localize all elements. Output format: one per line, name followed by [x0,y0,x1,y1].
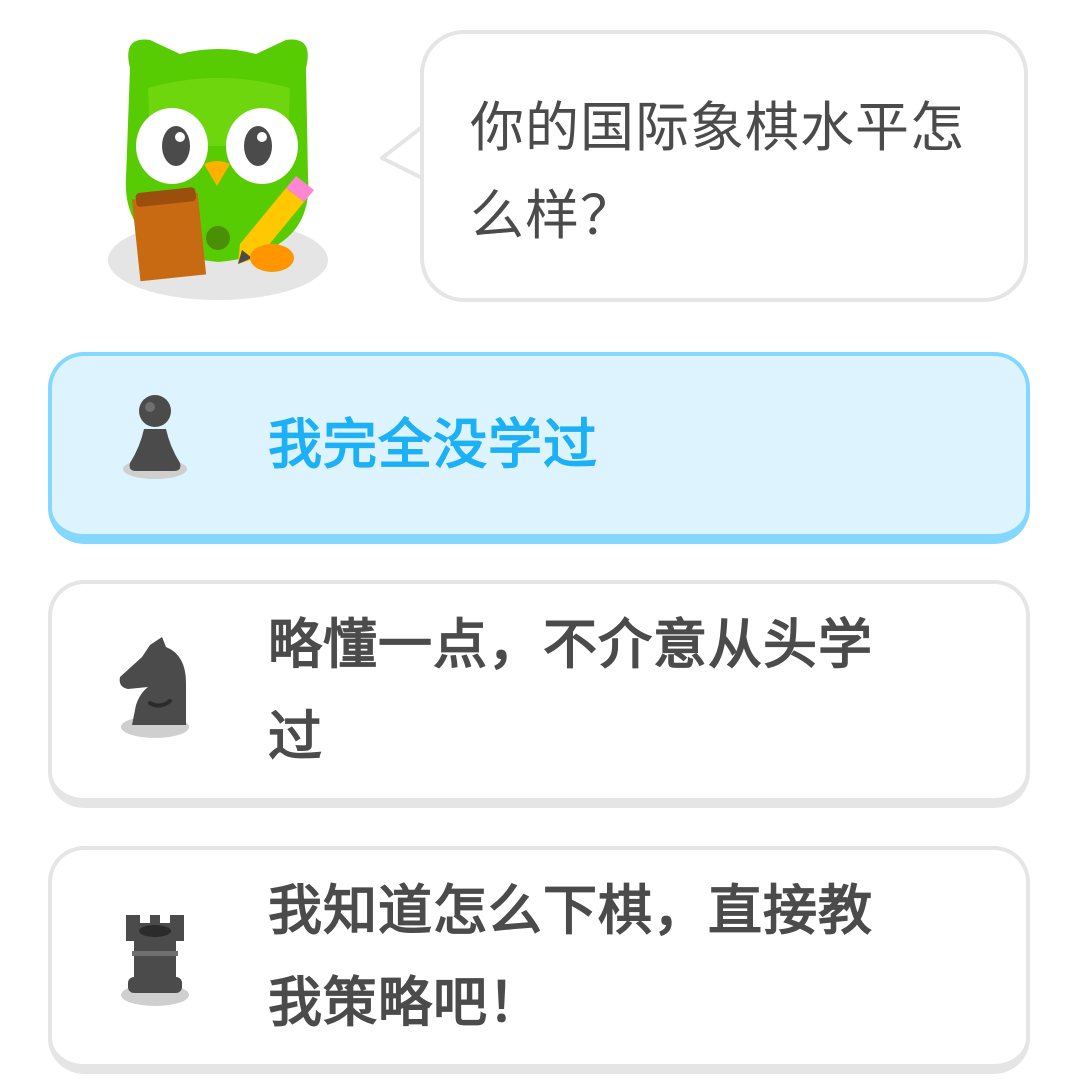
chess-pawn-icon [123,395,187,479]
option-strategy-label: 我知道怎么下棋，直接教我策略吧！ [268,879,873,1034]
owl-mascot [108,39,328,300]
option-beginner[interactable]: 我完全没学过 [48,352,1030,544]
chess-rook-icon [121,915,189,1006]
question-text: 你的国际象棋水平怎么样？ [470,96,965,247]
chess-knight-icon [119,637,189,738]
option-some-knowledge[interactable]: 略懂一点，不介意从头学过 [48,580,1030,808]
option-strategy[interactable]: 我知道怎么下棋，直接教我策略吧！ [48,846,1030,1074]
option-some-knowledge-label: 略懂一点，不介意从头学过 [268,613,873,768]
speech-bubble: 你的国际象棋水平怎么样？ [420,30,1028,302]
speech-bubble-tail [380,122,428,182]
option-beginner-label: 我完全没学过 [268,413,598,476]
